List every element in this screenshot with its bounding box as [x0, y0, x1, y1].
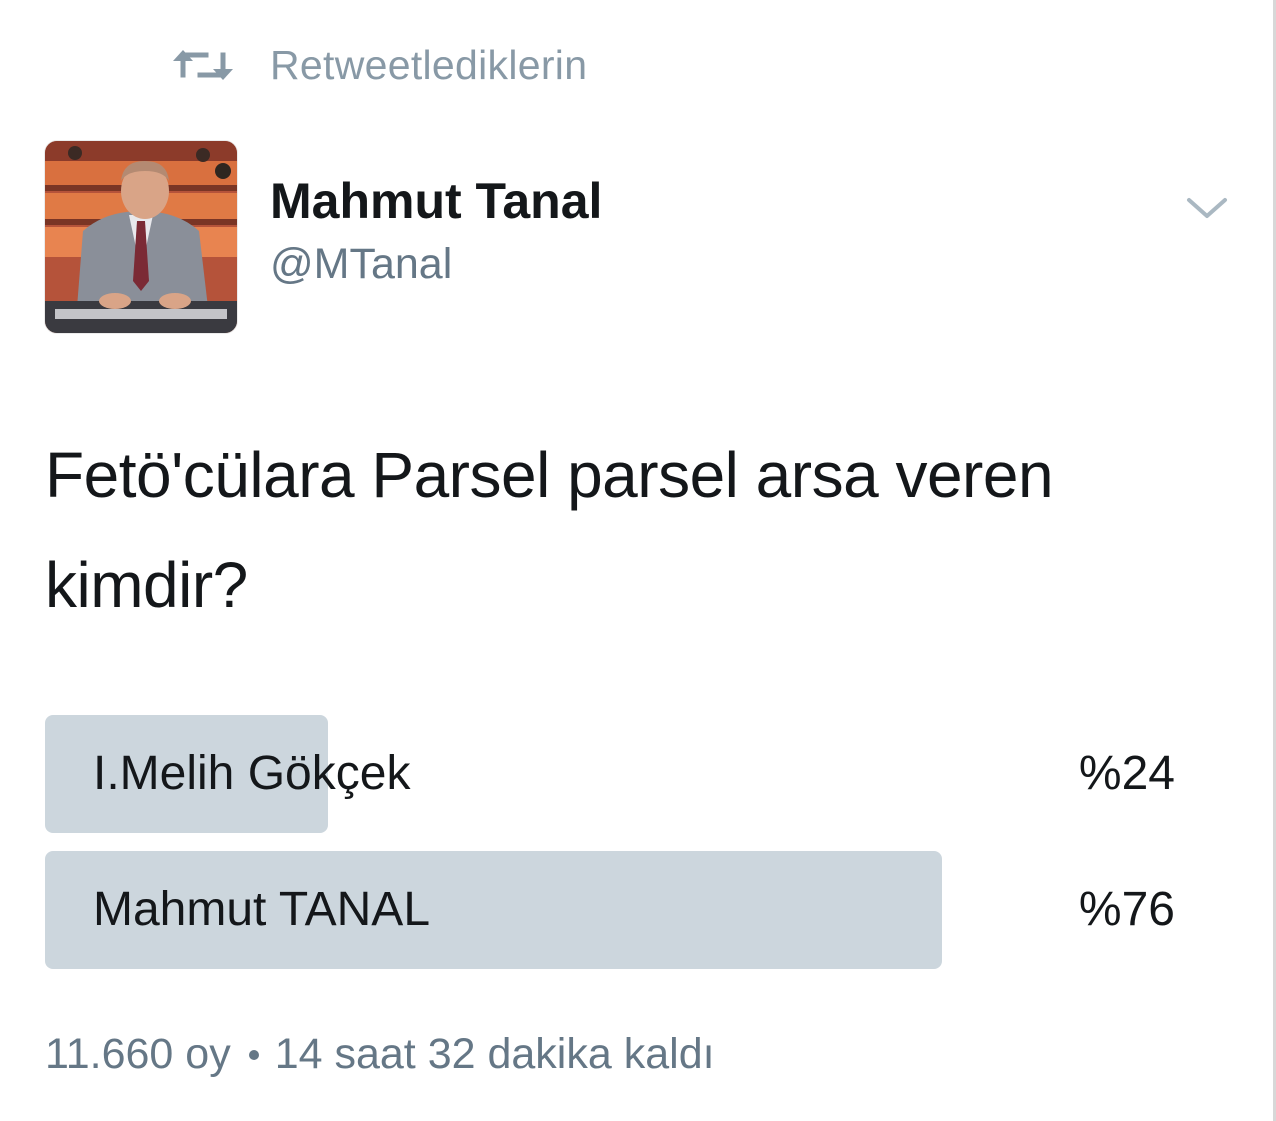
poll-footer: 11.660 oy 14 saat 32 dakika kaldı: [45, 1030, 715, 1079]
retweet-label: Retweetlediklerin: [270, 41, 588, 88]
tweet-text: Fetö'cülara Parsel parsel arsa veren kim…: [45, 439, 1054, 621]
poll-option-percent: %24: [1078, 747, 1175, 800]
poll-time-left: 14 saat 32 dakika kaldı: [274, 1030, 715, 1078]
chevron-down-icon[interactable]: [1183, 190, 1231, 226]
retweet-icon: [172, 45, 234, 85]
poll-vote-count: 11.660 oy: [45, 1030, 231, 1078]
poll-option-1: I.Melih Gökçek %24: [45, 715, 1195, 833]
author-name[interactable]: Mahmut Tanal: [270, 172, 602, 230]
poll-option-2: Mahmut TANAL %76: [45, 851, 1195, 969]
retweet-context[interactable]: Retweetlediklerin: [172, 40, 587, 90]
profile-photo: [45, 141, 237, 333]
author-handle[interactable]: @MTanal: [270, 240, 452, 289]
poll-option-label: Mahmut TANAL: [93, 883, 431, 936]
poll-option-percent: %76: [1078, 883, 1175, 936]
avatar[interactable]: [45, 141, 237, 333]
separator-dot: [248, 1049, 259, 1060]
poll-option-label: I.Melih Gökçek: [93, 747, 411, 800]
tweet-card: Retweetlediklerin Mahmut Tanal @MTanal F…: [0, 0, 1276, 1121]
